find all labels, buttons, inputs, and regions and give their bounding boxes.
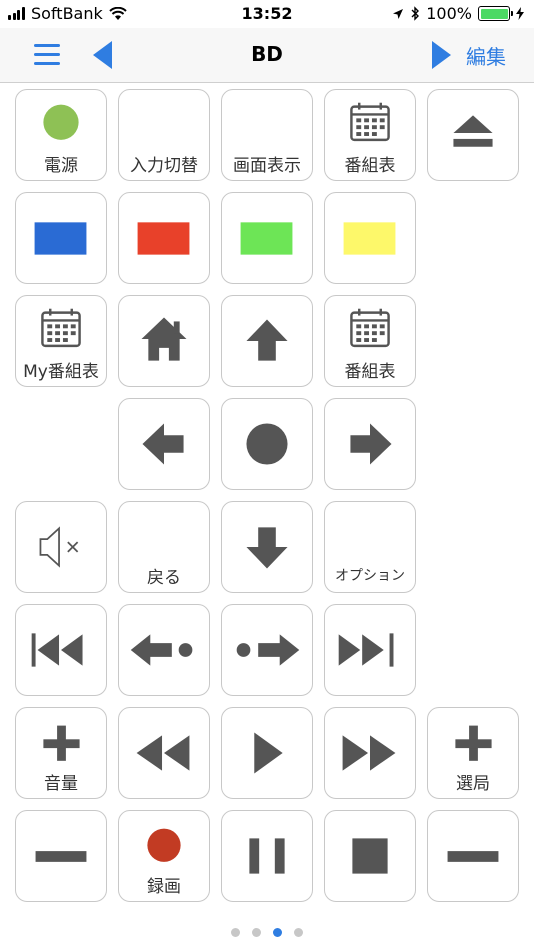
fast-forward-icon bbox=[342, 735, 396, 771]
play-icon bbox=[254, 732, 283, 774]
location-icon bbox=[393, 8, 404, 19]
skip-forward-button[interactable] bbox=[221, 604, 313, 696]
skip-next-icon bbox=[338, 633, 394, 667]
option-label: オプション bbox=[335, 568, 405, 584]
mute-icon bbox=[39, 526, 79, 568]
record-button[interactable]: 録画 bbox=[118, 810, 210, 902]
record-label: 録画 bbox=[147, 877, 181, 897]
program-guide-button[interactable]: 番組表 bbox=[324, 89, 416, 181]
eject-icon bbox=[453, 115, 493, 147]
yellow-button[interactable] bbox=[324, 192, 416, 284]
blue-button[interactable] bbox=[15, 192, 107, 284]
volume-down-button[interactable] bbox=[15, 810, 107, 902]
edit-button[interactable]: 編集 bbox=[466, 41, 506, 70]
volume-label: 音量 bbox=[44, 774, 78, 794]
arrow-down-icon bbox=[246, 527, 288, 569]
arrow-up-icon bbox=[246, 319, 288, 361]
rewind-icon bbox=[136, 735, 190, 771]
next-page-button[interactable] bbox=[430, 40, 452, 70]
navigation-bar: BD 編集 bbox=[0, 28, 534, 83]
green-button[interactable] bbox=[221, 192, 313, 284]
power-button[interactable]: 電源 bbox=[15, 89, 107, 181]
my-program-guide-label: My番組表 bbox=[23, 362, 99, 382]
stop-icon bbox=[352, 838, 388, 874]
skip-back-icon bbox=[31, 633, 83, 667]
input-switch-button[interactable]: 入力切替 bbox=[118, 89, 210, 181]
pause-button[interactable] bbox=[221, 810, 313, 902]
arrow-left-icon bbox=[142, 423, 184, 465]
screen-display-button[interactable]: 画面表示 bbox=[221, 89, 313, 181]
minus-icon bbox=[447, 851, 499, 862]
back-label: 戻る bbox=[147, 568, 181, 588]
blue-swatch-icon bbox=[34, 222, 87, 255]
play-button[interactable] bbox=[221, 707, 313, 799]
my-program-guide-button[interactable]: My番組表 bbox=[15, 295, 107, 387]
green-swatch-icon bbox=[240, 222, 293, 255]
battery-percent: 100% bbox=[426, 4, 472, 23]
channel-label: 選局 bbox=[456, 774, 490, 794]
page-dot-active[interactable] bbox=[273, 928, 282, 937]
channel-down-button[interactable] bbox=[427, 810, 519, 902]
input-switch-label: 入力切替 bbox=[130, 156, 198, 176]
page-title: BD bbox=[251, 42, 283, 66]
arrow-right-icon bbox=[350, 423, 392, 465]
down-button[interactable] bbox=[221, 501, 313, 593]
red-swatch-icon bbox=[137, 222, 190, 255]
red-button[interactable] bbox=[118, 192, 210, 284]
right-button[interactable] bbox=[324, 398, 416, 490]
page-dot[interactable] bbox=[252, 928, 261, 937]
enter-circle-icon bbox=[246, 423, 288, 465]
mute-button[interactable] bbox=[15, 501, 107, 593]
home-icon bbox=[141, 317, 187, 361]
home-button[interactable] bbox=[118, 295, 210, 387]
screen-display-label: 画面表示 bbox=[233, 156, 301, 176]
page-dot[interactable] bbox=[294, 928, 303, 937]
yellow-swatch-icon bbox=[343, 222, 396, 255]
volume-up-button[interactable]: 音量 bbox=[15, 707, 107, 799]
charging-icon bbox=[516, 7, 524, 20]
skip-arrow-icon bbox=[236, 634, 300, 666]
page-indicator[interactable] bbox=[0, 922, 534, 941]
battery-icon bbox=[478, 6, 513, 21]
pause-icon bbox=[249, 838, 285, 874]
eject-button[interactable] bbox=[427, 89, 519, 181]
page-dot[interactable] bbox=[231, 928, 240, 937]
replay-arrow-icon bbox=[130, 634, 193, 666]
program-guide-label: 番組表 bbox=[344, 156, 396, 176]
program-guide-button-2[interactable]: 番組表 bbox=[324, 295, 416, 387]
next-chapter-button[interactable] bbox=[324, 604, 416, 696]
option-button[interactable]: オプション bbox=[324, 501, 416, 593]
up-button[interactable] bbox=[221, 295, 313, 387]
left-button[interactable] bbox=[118, 398, 210, 490]
enter-button[interactable] bbox=[221, 398, 313, 490]
bluetooth-icon bbox=[411, 6, 420, 21]
skip-back-button[interactable] bbox=[15, 604, 107, 696]
stop-button[interactable] bbox=[324, 810, 416, 902]
channel-up-button[interactable]: 選局 bbox=[427, 707, 519, 799]
rewind-button[interactable] bbox=[118, 707, 210, 799]
back-button[interactable]: 戻る bbox=[118, 501, 210, 593]
fast-forward-button[interactable] bbox=[324, 707, 416, 799]
power-label: 電源 bbox=[44, 156, 78, 176]
program-guide-label-2: 番組表 bbox=[344, 362, 396, 382]
replay-button[interactable] bbox=[118, 604, 210, 696]
status-bar: SoftBank 13:52 100% bbox=[0, 0, 534, 28]
minus-icon bbox=[35, 851, 87, 862]
